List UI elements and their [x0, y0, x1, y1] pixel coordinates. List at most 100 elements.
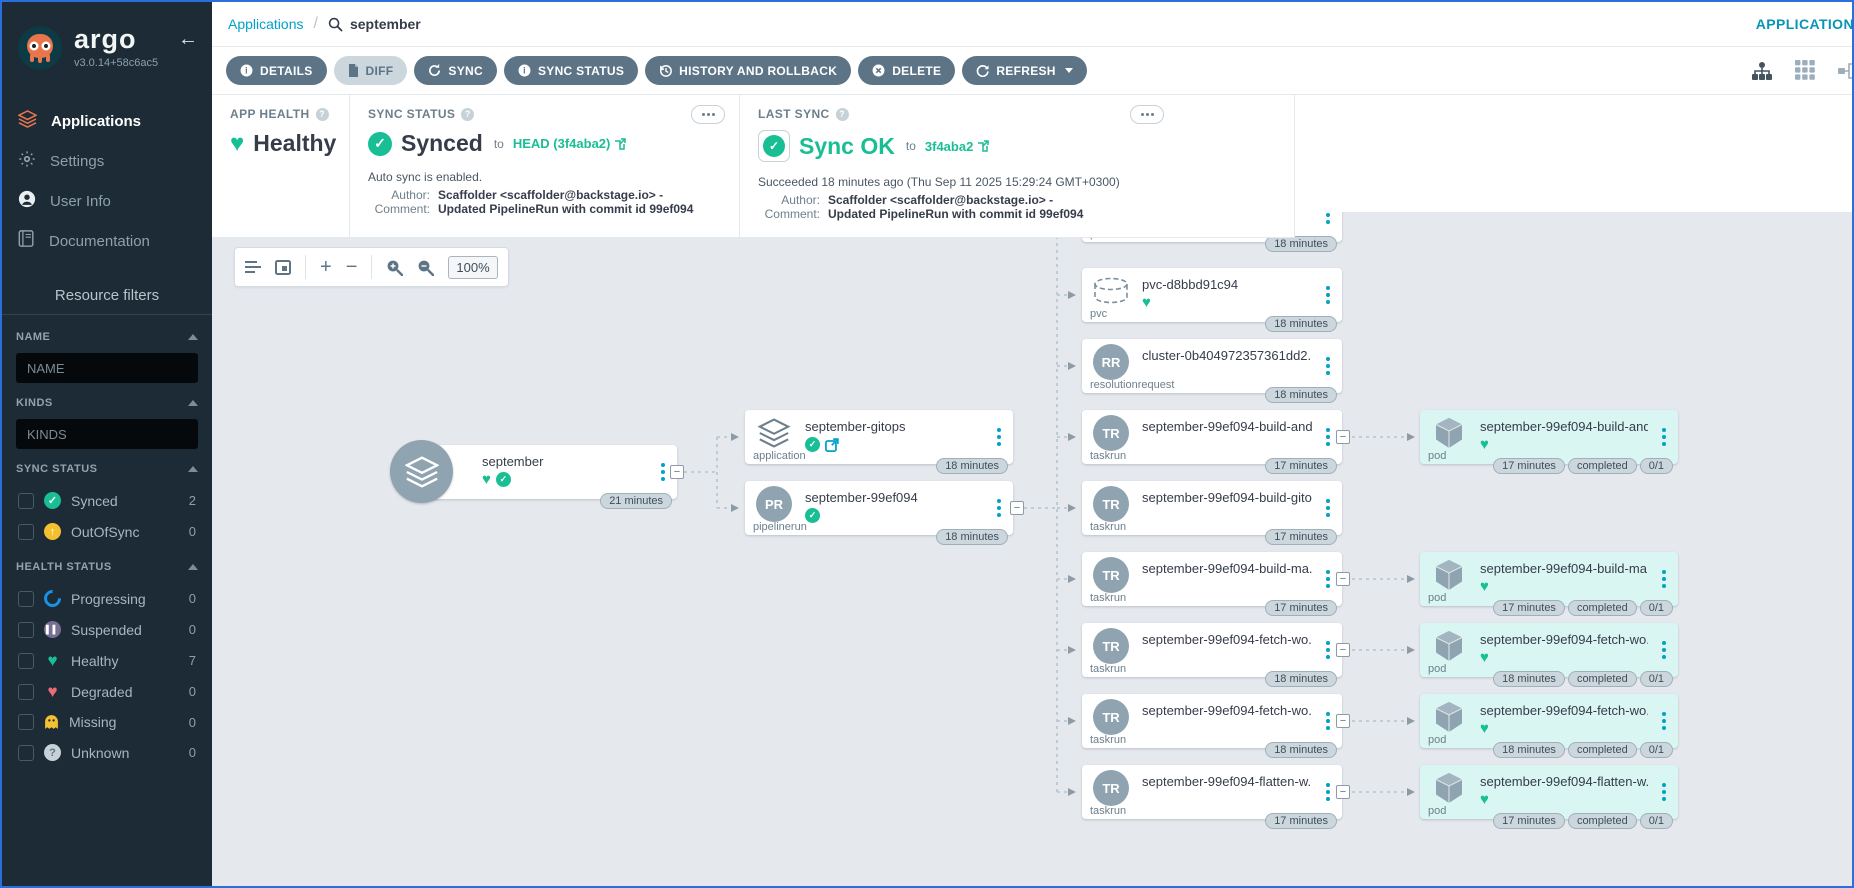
diff-button[interactable]: DIFF [333, 56, 408, 85]
graph-node-pod[interactable]: pod september-99ef094-fetch-wo... ♥ 18 minu… [1420, 623, 1678, 687]
zoom-out-icon[interactable]: − [346, 256, 358, 279]
collapse-children-button[interactable]: − [1336, 643, 1350, 657]
collapse-children-button[interactable]: − [1336, 714, 1350, 728]
graph-node-pvc[interactable]: pvc pvc-d8bbd91c94 ♥ 18 minutes [1082, 268, 1342, 332]
filter-option-degraded[interactable]: ♥ Degraded 0 [16, 676, 198, 707]
graph-node-pod[interactable]: pod september-99ef094-flatten-w... ♥ 17 min… [1420, 765, 1678, 829]
node-menu-icon[interactable] [1323, 212, 1333, 227]
zoom-in-icon[interactable]: + [320, 256, 332, 279]
graph-node-pod[interactable]: pod september-99ef094-build-ma... ♥ 17 minu… [1420, 552, 1678, 616]
delete-button[interactable]: DELETE [858, 56, 956, 85]
pods-grid-view-icon[interactable] [1795, 60, 1816, 81]
refresh-button[interactable]: REFRESH [962, 56, 1087, 85]
application-header-link[interactable]: APPLICATION [1756, 16, 1852, 32]
collapse-children-button[interactable]: − [1010, 501, 1024, 515]
sidebar-item-documentation[interactable]: Documentation [2, 221, 212, 261]
filter-option-suspended[interactable]: ▌▌ Suspended 0 [16, 614, 198, 645]
sync-status-menu-icon[interactable] [691, 105, 725, 124]
app-search[interactable]: september [328, 16, 421, 32]
checkbox[interactable] [18, 652, 34, 669]
graph-node-taskrun[interactable]: TR taskrun september-99ef094-flatten-w... 1… [1082, 765, 1342, 829]
collapse-children-button[interactable]: − [1336, 430, 1350, 444]
node-menu-icon[interactable] [1323, 567, 1333, 591]
tree-view-icon[interactable] [1751, 61, 1773, 81]
graph-node-application[interactable]: application september-gitops ✓ 18 minutes [745, 410, 1013, 474]
filter-option-synced[interactable]: ✓ Synced 2 [16, 485, 198, 516]
node-menu-icon[interactable] [1659, 780, 1669, 804]
node-menu-icon[interactable] [1659, 638, 1669, 662]
node-menu-icon[interactable] [994, 496, 1004, 520]
node-menu-icon[interactable] [1323, 354, 1333, 378]
checkbox[interactable] [18, 523, 34, 540]
node-menu-icon[interactable] [994, 425, 1004, 449]
checkbox[interactable] [18, 714, 34, 730]
sidebar-item-user-info[interactable]: User Info [2, 181, 212, 221]
node-menu-icon[interactable] [658, 460, 668, 484]
checkbox[interactable] [18, 621, 34, 638]
help-icon[interactable]: ? [835, 107, 849, 121]
checkbox[interactable] [18, 683, 34, 700]
node-menu-icon[interactable] [1659, 425, 1669, 449]
node-menu-icon[interactable] [1323, 425, 1333, 449]
checkbox[interactable] [18, 590, 34, 607]
node-menu-icon[interactable] [1323, 496, 1333, 520]
magnify-minus-icon[interactable] [417, 259, 435, 276]
collapse-children-button[interactable]: − [1336, 785, 1350, 799]
node-menu-icon[interactable] [1323, 709, 1333, 733]
breadcrumb-applications-link[interactable]: Applications [228, 16, 304, 32]
filter-option-unknown[interactable]: ? Unknown 0 [16, 737, 198, 768]
node-menu-icon[interactable] [1323, 283, 1333, 307]
sync-target-link[interactable]: HEAD (3f4aba2) [513, 136, 627, 151]
filter-option-outofsync[interactable]: ↑ OutOfSync 0 [16, 516, 198, 547]
network-view-icon[interactable] [1838, 61, 1854, 81]
last-sync-menu-icon[interactable] [1130, 105, 1164, 124]
graph-node-resolutionrequest[interactable]: RR resolutionrequest cluster-0b40497235736… [1082, 339, 1342, 403]
sidebar-collapse-icon[interactable]: ← [178, 28, 198, 51]
collapse-triangle-icon[interactable] [188, 564, 198, 570]
collapse-triangle-icon[interactable] [188, 334, 198, 340]
node-menu-icon[interactable] [1659, 709, 1669, 733]
history-and-rollback-button[interactable]: HISTORY AND ROLLBACK [645, 56, 852, 85]
magnify-plus-icon[interactable] [386, 259, 404, 276]
sidebar-item-applications[interactable]: Applications [2, 101, 212, 141]
filter-option-missing[interactable]: Missing 0 [16, 707, 198, 737]
collapse-children-button[interactable]: − [1336, 572, 1350, 586]
graph-node-taskrun[interactable]: TR taskrun september-99ef094-fetch-wo... 18… [1082, 623, 1342, 687]
last-sync-target-link[interactable]: 3f4aba2 [925, 139, 990, 154]
zoom-level-value[interactable]: 100% [448, 255, 498, 279]
sync-status-button[interactable]: i SYNC STATUS [503, 56, 639, 85]
filter-option-label: Progressing [71, 590, 146, 607]
node-menu-icon[interactable] [1323, 638, 1333, 662]
help-icon[interactable]: ? [315, 107, 329, 121]
collapse-children-button[interactable]: − [670, 465, 684, 479]
collapse-triangle-icon[interactable] [188, 466, 198, 472]
help-icon[interactable]: ? [461, 107, 475, 121]
graph-node-application[interactable]: september ♥ ✓ 21 minutes [390, 440, 677, 509]
graph-node-taskrun[interactable]: TR taskrun september-99ef094-build-and... 1… [1082, 410, 1342, 474]
kinds-filter-input[interactable] [16, 419, 198, 449]
graph-node-taskrun[interactable]: TR taskrun september-99ef094-build-gito...… [1082, 481, 1342, 545]
node-badges: 17 minutes completed 0/1 [1493, 813, 1673, 829]
collapse-triangle-icon[interactable] [188, 400, 198, 406]
graph-node-pod[interactable]: pod september-99ef094-build-and... ♥ 17 min… [1420, 410, 1678, 474]
resource-tree-canvas[interactable]: + − 100% september ♥ ✓ 21 minutes applicatio… [212, 212, 1852, 886]
filter-option-healthy[interactable]: ♥ Healthy 7 [16, 645, 198, 676]
details-button[interactable]: i DETAILS [226, 56, 327, 85]
checkbox[interactable] [18, 492, 34, 509]
sync-button[interactable]: SYNC [414, 56, 497, 85]
node-kind-label: pod [1428, 805, 1447, 817]
checkbox[interactable] [18, 744, 34, 761]
node-menu-icon[interactable] [1659, 567, 1669, 591]
graph-node-pipelinerun[interactable]: PR pipelinerun september-99ef094 ✓ 18 minute… [745, 481, 1013, 545]
graph-node-taskrun[interactable]: TR taskrun september-99ef094-fetch-wo... 18… [1082, 694, 1342, 758]
filter-option-progressing[interactable]: Progressing 0 [16, 583, 198, 614]
fit-to-screen-icon[interactable] [275, 259, 291, 275]
graph-node-taskrun[interactable]: TR taskrun september-99ef094-build-ma... 17… [1082, 552, 1342, 616]
sidebar-item-settings[interactable]: Settings [2, 141, 212, 181]
external-link-icon[interactable] [825, 437, 839, 452]
node-menu-icon[interactable] [1323, 780, 1333, 804]
graph-node-pod[interactable]: pod september-99ef094-fetch-wo... ♥ 18 minu… [1420, 694, 1678, 758]
layout-icon[interactable] [245, 260, 261, 274]
node-badge: 18 minutes [1265, 671, 1337, 687]
name-filter-input[interactable] [16, 353, 198, 383]
